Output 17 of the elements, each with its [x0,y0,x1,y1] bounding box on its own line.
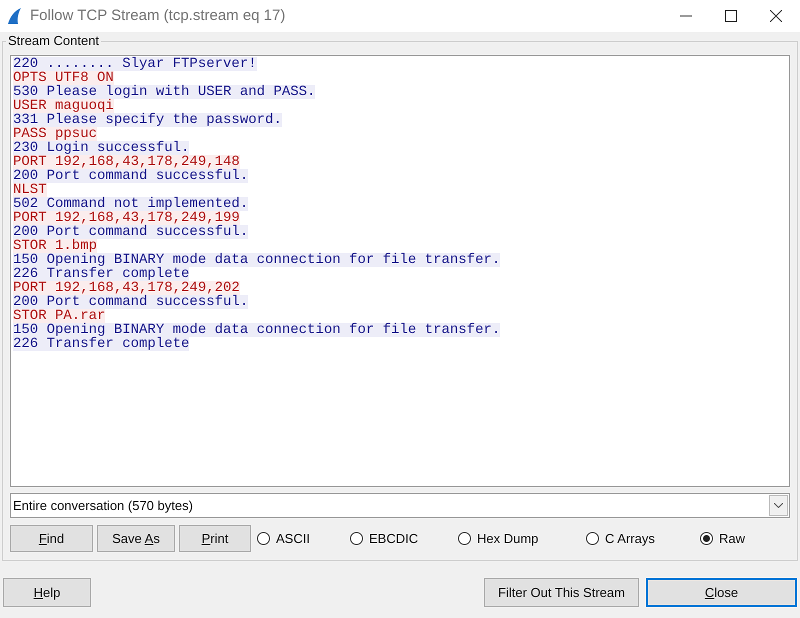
dialog-button[interactable]: Filter Out This Stream [484,578,639,607]
format-radio[interactable]: EBCDIC [350,528,458,548]
maximize-icon[interactable] [725,10,737,22]
fin-icon [6,7,22,25]
format-radio[interactable]: Raw [700,528,760,548]
format-radio[interactable]: ASCII [257,528,350,548]
format-radio[interactable]: C Arrays [586,528,700,548]
window-title: Follow TCP Stream (tcp.stream eq 17) [30,6,286,26]
dialog-button[interactable]: Help [3,578,91,607]
action-button[interactable]: Save As [97,525,175,552]
action-button[interactable]: Find [10,525,93,552]
action-button[interactable]: Print [179,525,251,552]
conversation-dropdown[interactable]: Entire conversation (570 bytes) [10,493,790,518]
format-radio[interactable]: Hex Dump [458,528,586,548]
dialog-button[interactable]: Close [646,578,797,607]
close-icon[interactable] [770,10,782,22]
chevron-down-icon [774,503,783,508]
